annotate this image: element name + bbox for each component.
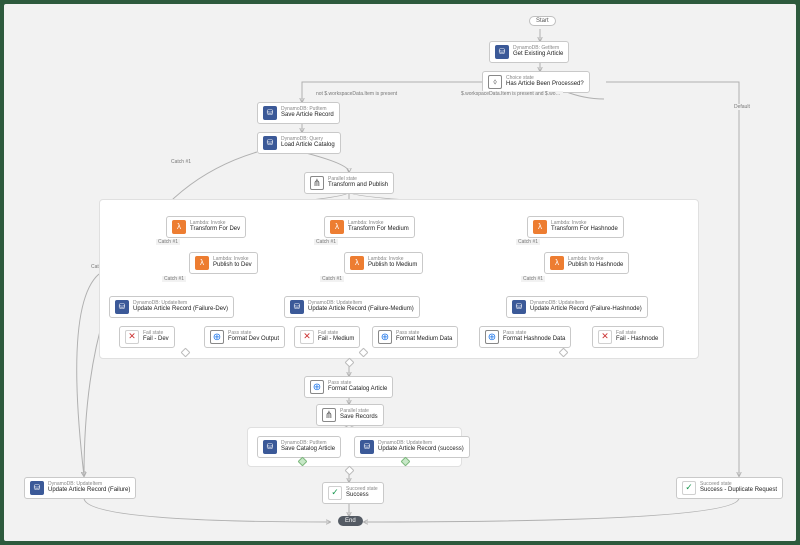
node-publish-medium[interactable]: λ Lambda: Invoke Publish to Medium: [344, 252, 423, 274]
pass-icon: ⊕: [378, 330, 392, 344]
lambda-icon: λ: [172, 220, 186, 234]
edge-label-catch: Catch #1: [314, 239, 338, 245]
node-update-fail-medium[interactable]: ⛁ DynamoDB: UpdateItem Update Article Re…: [284, 296, 420, 318]
choice-icon: ⬨: [488, 75, 502, 89]
node-title: Save Article Record: [281, 112, 334, 119]
lambda-icon: λ: [195, 256, 209, 270]
parallel-end-marker: [345, 358, 355, 368]
node-success-duplicate[interactable]: ✓ Succeed state Success - Duplicate Requ…: [676, 477, 783, 499]
node-update-success[interactable]: ⛁ DynamoDB: UpdateItem Update Article Re…: [354, 436, 470, 458]
start-label: Start: [536, 18, 549, 24]
node-save-catalog-article[interactable]: ⛁ DynamoDB: PutItem Save Catalog Article: [257, 436, 341, 458]
node-load-catalog[interactable]: ⛁ DynamoDB: Query Load Article Catalog: [257, 132, 341, 154]
node-publish-dev[interactable]: λ Lambda: Invoke Publish to Dev: [189, 252, 258, 274]
edge-label-catch: Catch #1: [156, 239, 180, 245]
start-terminal[interactable]: Start: [529, 16, 556, 26]
pass-icon: ⊕: [485, 330, 499, 344]
fail-icon: ✕: [598, 330, 612, 344]
lambda-icon: λ: [533, 220, 547, 234]
node-get-existing-article[interactable]: ⛁ DynamoDB: GetItem Get Existing Article: [489, 41, 569, 63]
node-title: Load Article Catalog: [281, 142, 335, 149]
pass-icon: ⊕: [210, 330, 224, 344]
dynamodb-icon: ⛁: [495, 45, 509, 59]
lambda-icon: λ: [330, 220, 344, 234]
node-title: Transform and Publish: [328, 182, 388, 189]
edge-label-catch: Catch #1: [162, 276, 186, 282]
edge-label-present: $.workspaceData.Item is present and $.wo…: [459, 91, 563, 97]
succeed-icon: ✓: [682, 481, 696, 495]
edge-label-catch: Catch #1: [516, 239, 540, 245]
dynamodb-icon: ⛁: [512, 300, 526, 314]
node-transform-hashnode[interactable]: λ Lambda: Invoke Transform For Hashnode: [527, 216, 624, 238]
parallel-icon: ⋔: [310, 176, 324, 190]
node-fail-dev[interactable]: ✕ Fail state Fail - Dev: [119, 326, 175, 348]
dynamodb-icon: ⛁: [263, 136, 277, 150]
node-save-records[interactable]: ⋔ Parallel state Save Records: [316, 404, 384, 426]
node-publish-hashnode[interactable]: λ Lambda: Invoke Publish to Hashnode: [544, 252, 629, 274]
fail-icon: ✕: [125, 330, 139, 344]
dynamodb-icon: ⛁: [263, 106, 277, 120]
node-update-failure[interactable]: ⛁ DynamoDB: UpdateItem Update Article Re…: [24, 477, 136, 499]
dynamodb-icon: ⛁: [263, 440, 277, 454]
dynamodb-icon: ⛁: [115, 300, 129, 314]
node-update-fail-dev[interactable]: ⛁ DynamoDB: UpdateItem Update Article Re…: [109, 296, 234, 318]
node-has-processed[interactable]: ⬨ Choice state Has Article Been Processe…: [482, 71, 590, 93]
edge-label-catch: Catch #1: [169, 159, 193, 165]
succeed-icon: ✓: [328, 486, 342, 500]
node-fail-medium[interactable]: ✕ Fail state Fail - Medium: [294, 326, 360, 348]
edge-label-default: Default: [732, 104, 752, 110]
node-format-dev-output[interactable]: ⊕ Pass state Format Dev Output: [204, 326, 285, 348]
lambda-icon: λ: [550, 256, 564, 270]
parallel-icon: ⋔: [322, 408, 336, 422]
edge-label-catch: Catch #1: [320, 276, 344, 282]
node-title: Get Existing Article: [513, 51, 563, 58]
node-format-catalog[interactable]: ⊕ Pass state Format Catalog Article: [304, 376, 393, 398]
pass-icon: ⊕: [310, 380, 324, 394]
node-transform-dev[interactable]: λ Lambda: Invoke Transform For Dev: [166, 216, 246, 238]
node-title: Has Article Been Processed?: [506, 81, 584, 88]
node-transform-medium[interactable]: λ Lambda: Invoke Transform For Medium: [324, 216, 415, 238]
node-update-fail-hashnode[interactable]: ⛁ DynamoDB: UpdateItem Update Article Re…: [506, 296, 648, 318]
workflow-canvas[interactable]: Start ⛁ DynamoDB: GetItem Get Existing A…: [4, 4, 796, 541]
node-success[interactable]: ✓ Succeed state Success: [322, 482, 384, 504]
edge-label-catch: Catch #1: [521, 276, 545, 282]
edge-label-not-present: not $.workspaceData.Item is present: [314, 91, 399, 97]
node-save-article-record[interactable]: ⛁ DynamoDB: PutItem Save Article Record: [257, 102, 340, 124]
lambda-icon: λ: [350, 256, 364, 270]
end-terminal[interactable]: End: [338, 516, 363, 526]
parallel-end-marker: [345, 466, 355, 476]
dynamodb-icon: ⛁: [290, 300, 304, 314]
end-label: End: [345, 518, 356, 524]
fail-icon: ✕: [300, 330, 314, 344]
dynamodb-icon: ⛁: [30, 481, 44, 495]
node-transform-publish[interactable]: ⋔ Parallel state Transform and Publish: [304, 172, 394, 194]
dynamodb-icon: ⛁: [360, 440, 374, 454]
node-fail-hashnode[interactable]: ✕ Fail state Fail - Hashnode: [592, 326, 664, 348]
node-format-medium-data[interactable]: ⊕ Pass state Format Medium Data: [372, 326, 458, 348]
node-format-hashnode-data[interactable]: ⊕ Pass state Format Hashnode Data: [479, 326, 571, 348]
